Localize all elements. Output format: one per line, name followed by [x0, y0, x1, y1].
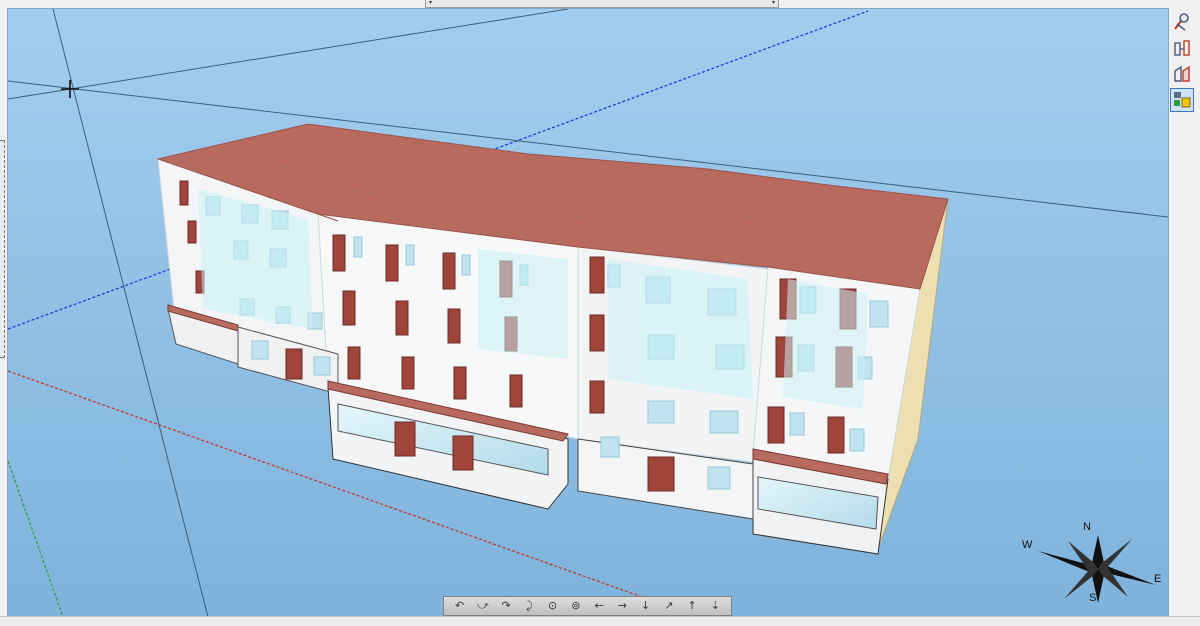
- scene-canvas: [8, 9, 1168, 617]
- pan-down-icon[interactable]: ↓: [638, 599, 654, 613]
- orbit-down-icon[interactable]: ⤸: [521, 599, 537, 613]
- orbit-up-icon[interactable]: ⤻: [475, 599, 491, 613]
- pan-up-icon[interactable]: ↑: [684, 599, 700, 613]
- collapse-right-icon[interactable]: ▾: [772, 0, 775, 6]
- walk-forward-icon[interactable]: ↗: [661, 599, 677, 613]
- measure-icon: [1174, 13, 1189, 31]
- layer-display-icon: [1174, 92, 1191, 108]
- app-window: ▾ ▾ N S E W ↶ ⤻ ↷ ⤸ ⊙ ⊚ ← → ↓ ↗ ↑ ⇣: [0, 0, 1200, 626]
- orbit-left-icon[interactable]: ↶: [452, 599, 468, 613]
- top-panel-tab[interactable]: ▾ ▾: [425, 0, 779, 8]
- pan-left-icon[interactable]: ←: [591, 599, 607, 613]
- descend-icon[interactable]: ⇣: [707, 599, 723, 613]
- compass-south-label: S: [1089, 592, 1097, 604]
- orbit-right-icon[interactable]: ↷: [498, 599, 514, 613]
- layer-display-tool-button[interactable]: [1170, 88, 1194, 112]
- zoom-icon[interactable]: ⊙: [545, 599, 561, 613]
- 3d-viewport[interactable]: N S E W: [7, 8, 1169, 618]
- navigation-toolbar: ↶ ⤻ ↷ ⤸ ⊙ ⊚ ← → ↓ ↗ ↑ ⇣: [443, 596, 732, 616]
- compass-east-label: E: [1154, 573, 1162, 585]
- section-icon: [1174, 65, 1190, 82]
- right-toolbar: [1168, 8, 1198, 118]
- look-around-icon[interactable]: ⊚: [568, 599, 584, 613]
- measure-tool-button[interactable]: [1170, 10, 1194, 34]
- left-panel-handle[interactable]: [0, 140, 5, 358]
- compass-north-label: N: [1083, 521, 1091, 533]
- compass-west-label: W: [1022, 539, 1033, 551]
- pan-right-icon[interactable]: →: [614, 599, 630, 613]
- dimension-tool-button[interactable]: [1170, 36, 1194, 60]
- section-tool-button[interactable]: [1170, 62, 1194, 86]
- dimension-icon: [1174, 40, 1190, 56]
- collapse-left-icon[interactable]: ▾: [429, 0, 432, 6]
